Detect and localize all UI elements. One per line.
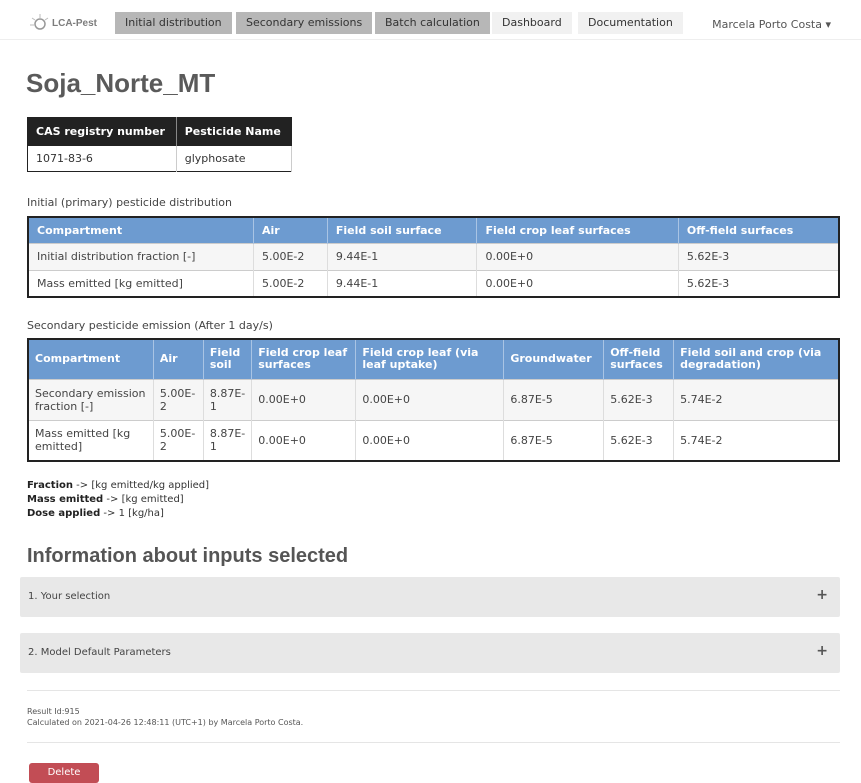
table-cell: 6.87E-5 [503,378,605,420]
column-header: Field crop leaf surfaces [476,217,679,243]
column-header: Off-field surfaces [678,217,840,243]
pesticide-info-table: CAS registry number Pesticide Name 1071-… [27,117,293,172]
legend-value: -> [kg emitted] [103,494,184,505]
table-cell: 5.62E-3 [678,242,840,270]
table-cell: 1071-83-6 [27,145,177,172]
table-cell: 5.00E-2 [253,269,328,297]
legend-value: -> [kg emitted/kg applied] [73,480,210,491]
legend-value: -> 1 [kg/ha] [100,508,164,519]
table-row: Initial distribution fraction [-] 5.00E-… [28,242,840,270]
secondary-emission-table: Compartment Air Field soil Field crop le… [27,338,840,462]
table-cell: 0.00E+0 [476,269,679,297]
table-cell: 5.62E-3 [678,269,840,297]
legend-mass: Mass emitted -> [kg emitted] [27,493,209,507]
table-row: 1071-83-6 glyphosate [27,145,293,172]
table-cell: 6.87E-5 [503,419,605,461]
column-header: Groundwater [503,339,605,379]
column-header: Field soil [203,339,253,379]
table-row: Mass emitted [kg emitted] 5.00E-2 9.44E-… [28,269,840,297]
legend-fraction: Fraction -> [kg emitted/kg applied] [27,479,209,493]
tab-batch-calculation[interactable]: Batch calculation [375,12,490,34]
initial-distribution-caption: Initial (primary) pesticide distribution [27,196,232,209]
legend-key: Dose applied [27,508,101,519]
delete-button[interactable]: Delete [29,763,99,783]
table-cell: 0.00E+0 [251,419,357,461]
table-cell: 0.00E+0 [355,378,505,420]
table-cell: 9.44E-1 [327,242,478,270]
initial-distribution-table: Compartment Air Field soil surface Field… [27,216,840,298]
column-header: Field crop leaf (via leaf uptake) [355,339,505,379]
table-row: Mass emitted [kg emitted] 5.00E-2 8.87E-… [28,419,840,461]
table-cell: 5.00E-2 [153,419,204,461]
table-header-row: CAS registry number Pesticide Name [27,117,292,146]
table-cell: 0.00E+0 [355,419,505,461]
panel-label: 1. Your selection [28,591,111,602]
table-cell: 0.00E+0 [476,242,679,270]
table-cell: 9.44E-1 [327,269,478,297]
inputs-section-title: Information about inputs selected [27,545,349,567]
table-cell: 8.87E-1 [203,378,253,420]
units-legend: Fraction -> [kg emitted/kg applied] Mass… [27,479,209,521]
table-header-row: Compartment Air Field soil Field crop le… [28,339,840,379]
panel-label: 2. Model Default Parameters [28,647,171,658]
table-header-row: Compartment Air Field soil surface Field… [28,217,840,243]
tab-initial-distribution[interactable]: Initial distribution [115,12,232,34]
table-cell: 8.87E-1 [203,419,253,461]
tab-documentation[interactable]: Documentation [578,12,683,34]
table-cell: 5.00E-2 [153,378,204,420]
table-cell: 5.74E-2 [673,419,840,461]
secondary-emission-caption: Secondary pesticide emission (After 1 da… [27,319,273,332]
panel-model-default-parameters[interactable]: 2. Model Default Parameters + [20,633,840,673]
column-header: Pesticide Name [176,117,292,146]
column-header: Compartment [28,217,254,243]
tab-secondary-emissions[interactable]: Secondary emissions [236,12,373,34]
divider [27,742,840,743]
result-calculated-on: Calculated on 2021-04-26 12:48:11 (UTC+1… [27,718,304,727]
tab-dashboard[interactable]: Dashboard [492,12,572,34]
column-header: CAS registry number [27,117,177,146]
expand-plus-icon[interactable]: + [816,643,828,659]
column-header: Air [253,217,328,243]
table-cell: glyphosate [176,145,293,172]
column-header: Field soil and crop (via degradation) [673,339,840,379]
table-cell: 5.62E-3 [603,378,675,420]
user-menu[interactable]: Marcela Porto Costa ▾ [712,18,831,31]
column-header: Field soil surface [327,217,478,243]
expand-plus-icon[interactable]: + [816,587,828,603]
legend-dose: Dose applied -> 1 [kg/ha] [27,507,209,521]
column-header: Field crop leaf surfaces [251,339,357,379]
divider [27,690,840,691]
result-id: Result Id:915 [27,707,80,716]
table-cell: Mass emitted [kg emitted] [28,419,154,461]
table-cell: 5.00E-2 [253,242,328,270]
column-header: Off-field surfaces [603,339,675,379]
table-cell: 5.74E-2 [673,378,840,420]
page-title: Soja_Norte_MT [26,68,216,98]
logo-icon [30,14,49,30]
legend-key: Mass emitted [27,494,104,505]
legend-key: Fraction [27,480,73,491]
column-header: Compartment [28,339,154,379]
logo-text: LCA-Pest [52,17,98,29]
top-navbar: LCA-Pest Initial distribution Secondary … [0,0,861,40]
panel-your-selection[interactable]: 1. Your selection + [20,577,840,617]
table-row: Secondary emission fraction [-] 5.00E-2 … [28,378,840,420]
column-header: Air [153,339,204,379]
result-info: Result Id:915 Calculated on 2021-04-26 1… [27,706,303,728]
table-cell: Mass emitted [kg emitted] [28,269,254,297]
app-logo[interactable]: LCA-Pest [30,14,97,32]
table-cell: 0.00E+0 [251,378,357,420]
table-cell: 5.62E-3 [603,419,675,461]
table-cell: Secondary emission fraction [-] [28,378,154,420]
table-cell: Initial distribution fraction [-] [28,242,254,270]
